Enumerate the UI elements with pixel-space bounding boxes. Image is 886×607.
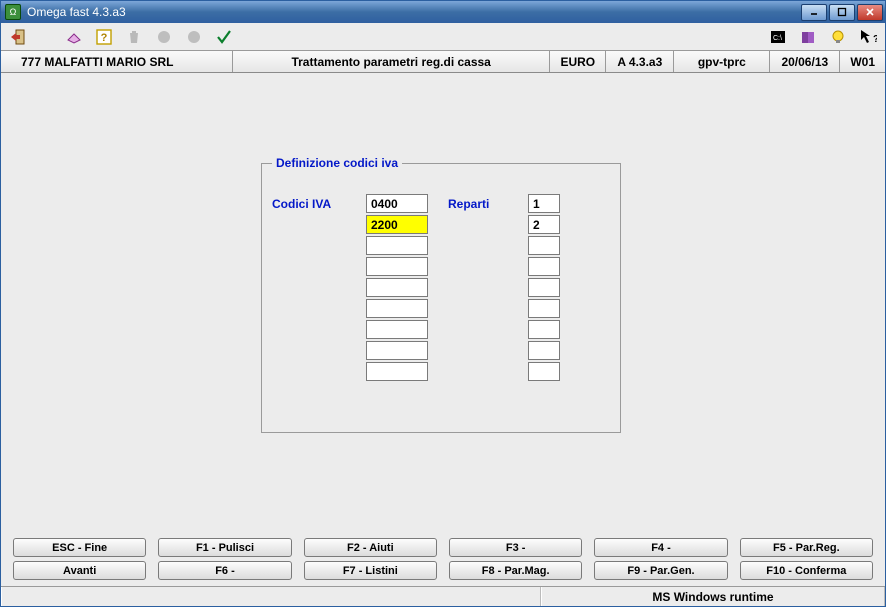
f7-listini-button[interactable]: F7 - Listini	[304, 561, 437, 580]
infobar: 777 MALFATTI MARIO SRL Trattamento param…	[1, 51, 885, 73]
forward-icon[interactable]	[183, 26, 205, 48]
codici-iva-input-5[interactable]	[366, 299, 428, 318]
check-icon[interactable]	[213, 26, 235, 48]
status-runtime: MS Windows runtime	[541, 587, 885, 606]
trash-icon[interactable]	[123, 26, 145, 48]
reparti-column	[528, 194, 560, 381]
bulb-icon[interactable]	[827, 26, 849, 48]
codici-iva-input-8[interactable]	[366, 362, 428, 381]
date-cell: 20/06/13	[770, 51, 840, 72]
toolbar: ? C:\ ?	[1, 23, 885, 51]
esc-fine-button[interactable]: ESC - Fine	[13, 538, 146, 557]
program-cell: gpv-tprc	[674, 51, 770, 72]
status-empty	[1, 587, 541, 606]
reparti-input-0[interactable]	[528, 194, 560, 213]
svg-text:?: ?	[101, 32, 108, 44]
window-title: Omega fast 4.3.a3	[27, 5, 126, 19]
codici-iva-input-7[interactable]	[366, 341, 428, 360]
codici-iva-input-2[interactable]	[366, 236, 428, 255]
minimize-button[interactable]	[801, 4, 827, 21]
codici-iva-input-6[interactable]	[366, 320, 428, 339]
version-cell: A 4.3.a3	[606, 51, 674, 72]
f6-button[interactable]: F6 -	[158, 561, 291, 580]
reparti-input-1[interactable]	[528, 215, 560, 234]
reparti-input-2[interactable]	[528, 236, 560, 255]
close-button[interactable]	[857, 4, 883, 21]
reparti-input-6[interactable]	[528, 320, 560, 339]
f1-pulisci-button[interactable]: F1 - Pulisci	[158, 538, 291, 557]
label-codici-iva: Codici IVA	[272, 194, 346, 381]
terminal-cell: W01	[840, 51, 885, 72]
arrow-help-icon[interactable]: ?	[857, 26, 879, 48]
book-icon[interactable]	[797, 26, 819, 48]
company-cell: 777 MALFATTI MARIO SRL	[1, 51, 233, 72]
content-area: Definizione codici iva Codici IVA Repart…	[1, 73, 885, 532]
reparti-input-5[interactable]	[528, 299, 560, 318]
currency-cell: EURO	[550, 51, 606, 72]
svg-text:?: ?	[873, 34, 877, 45]
f5-parreg-button[interactable]: F5 - Par.Reg.	[740, 538, 873, 557]
eraser-icon[interactable]	[63, 26, 85, 48]
groupbox-legend: Definizione codici iva	[272, 156, 402, 170]
module-cell: Trattamento parametri reg.di cassa	[233, 51, 550, 72]
help-icon[interactable]: ?	[93, 26, 115, 48]
statusbar: MS Windows runtime	[1, 586, 885, 606]
reparti-input-8[interactable]	[528, 362, 560, 381]
f8-parmag-button[interactable]: F8 - Par.Mag.	[449, 561, 582, 580]
exit-icon[interactable]	[7, 26, 29, 48]
f9-pargen-button[interactable]: F9 - Par.Gen.	[594, 561, 727, 580]
reparti-input-3[interactable]	[528, 257, 560, 276]
codici-column	[366, 194, 428, 381]
f2-aiuti-button[interactable]: F2 - Aiuti	[304, 538, 437, 557]
reparti-input-4[interactable]	[528, 278, 560, 297]
f3-button[interactable]: F3 -	[449, 538, 582, 557]
app-icon: Ω	[5, 4, 21, 20]
titlebar: Ω Omega fast 4.3.a3	[1, 1, 885, 23]
app-window: Ω Omega fast 4.3.a3 ?	[0, 0, 886, 607]
avanti-button[interactable]: Avanti	[13, 561, 146, 580]
codici-iva-input-4[interactable]	[366, 278, 428, 297]
label-reparti: Reparti	[448, 194, 508, 381]
svg-text:C:\: C:\	[773, 35, 782, 42]
codici-iva-input-1[interactable]	[366, 215, 428, 234]
back-icon[interactable]	[153, 26, 175, 48]
f4-button[interactable]: F4 -	[594, 538, 727, 557]
reparti-input-7[interactable]	[528, 341, 560, 360]
maximize-button[interactable]	[829, 4, 855, 21]
fkey-bar: ESC - Fine F1 - Pulisci F2 - Aiuti F3 - …	[1, 532, 885, 586]
codici-iva-input-3[interactable]	[366, 257, 428, 276]
codici-iva-input-0[interactable]	[366, 194, 428, 213]
groupbox-codici-iva: Definizione codici iva Codici IVA Repart…	[261, 163, 621, 433]
terminal-icon[interactable]: C:\	[767, 26, 789, 48]
f10-conferma-button[interactable]: F10 - Conferma	[740, 561, 873, 580]
